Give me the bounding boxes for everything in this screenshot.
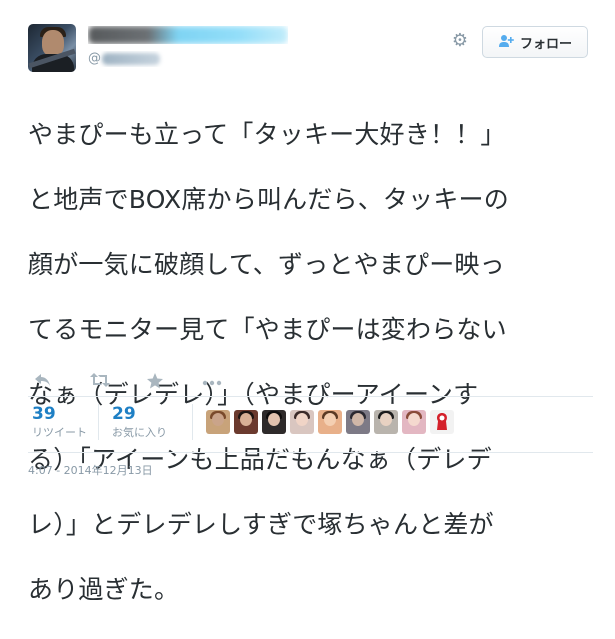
favorite-icon[interactable] (146, 372, 164, 390)
follow-button-label: フォロー (519, 36, 572, 52)
retweet-stat[interactable]: 39 リツイート (32, 404, 87, 440)
add-user-icon (498, 34, 514, 51)
favoriter-avatar[interactable] (290, 410, 314, 434)
favoriter-avatar[interactable] (346, 410, 370, 434)
tweet-line: やまぴーも立って「タッキー大好き！！」 (28, 119, 506, 149)
user-avatar[interactable] (28, 24, 76, 72)
tweet-line: てるモニター見て「やまぴーは変わらない (28, 314, 507, 344)
tweet-timestamp[interactable]: 4:07 - 2014年12月13日 (28, 462, 153, 478)
tweet-actions (34, 372, 222, 390)
tweet-line: あり過ぎた。 (28, 574, 180, 604)
favorite-count: 29 (112, 404, 136, 424)
favoriter-avatar[interactable] (374, 410, 398, 434)
favoriter-avatar[interactable] (206, 410, 230, 434)
favoriter-avatar[interactable] (318, 410, 342, 434)
stat-divider (192, 404, 193, 440)
favoriter-avatar[interactable] (234, 410, 258, 434)
retweet-count: 39 (32, 404, 56, 424)
favorite-stat[interactable]: 29 お気に入り (112, 404, 167, 440)
retweet-icon[interactable] (90, 372, 110, 390)
gear-icon[interactable]: ⚙ (451, 32, 469, 50)
reply-icon[interactable] (34, 372, 52, 390)
stat-divider (98, 404, 99, 440)
tweet-text: やまぴーも立って「タッキー大好き！！」 と地声でBOX席から叫んだら、タッキーの… (28, 86, 593, 639)
user-handle[interactable]: @ (88, 51, 168, 67)
favoriter-avatar[interactable] (402, 410, 426, 434)
at-symbol: @ (88, 51, 101, 66)
user-display-name[interactable] (88, 26, 288, 44)
tweet-line: と地声でBOX席から叫んだら、タッキーの (28, 184, 509, 214)
more-icon[interactable] (202, 372, 222, 390)
favoriter-avatar[interactable] (262, 410, 286, 434)
tweet-line: レ）」とデレデレしすぎで塚ちゃんと差が (28, 509, 494, 539)
favoriter-avatar[interactable] (430, 410, 454, 434)
redacted-handle-blur (102, 53, 160, 65)
retweet-label: リツイート (32, 426, 87, 439)
redacted-name-blur (88, 26, 288, 44)
divider (28, 396, 593, 397)
favorite-label: お気に入り (112, 426, 167, 439)
divider (28, 452, 593, 453)
favoriter-avatars (206, 410, 454, 434)
follow-button[interactable]: フォロー (482, 26, 588, 58)
tweet-line: 顔が一気に破顔して、ずっとやまぴー映っ (28, 249, 505, 279)
